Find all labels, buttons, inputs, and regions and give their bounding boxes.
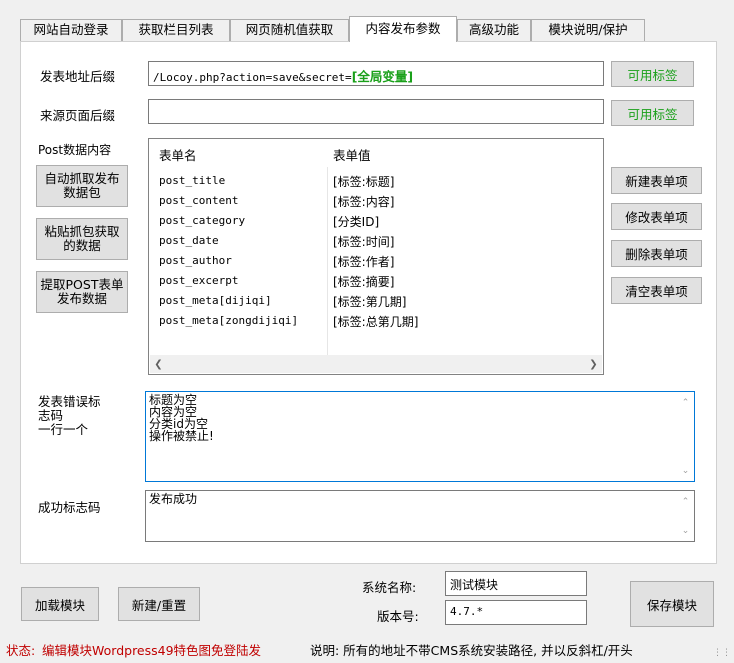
delete-form-item-button[interactable]: 删除表单项 — [611, 240, 702, 267]
source-page-label: 来源页面后缀 — [40, 108, 116, 123]
column-divider — [327, 167, 328, 357]
load-module-button[interactable]: 加载模块 — [21, 587, 99, 621]
publish-address-label: 发表地址后缀 — [40, 69, 116, 84]
list-item[interactable]: post_excerpt [标签:摘要] — [149, 272, 603, 292]
form-items-list[interactable]: 表单名 表单值 post_title [标签:标题] post_content [标签… — [148, 138, 604, 375]
error-codes-label: 发表错误标 志码 一行一个 — [38, 394, 101, 437]
scroll-down-icon[interactable]: ⌄ — [677, 522, 694, 539]
list-item[interactable]: post_author [标签:作者] — [149, 252, 603, 272]
success-code-label: 成功标志码 — [38, 500, 101, 515]
form-item-value: [标签:标题] — [333, 175, 395, 189]
form-item-name: post_category — [159, 214, 246, 227]
error-codes-textarea[interactable]: 标题为空 内容为空 分类id为空 操作被禁止! ⌃ ⌄ — [145, 391, 695, 482]
resize-grip-icon[interactable]: ⋮⋮ — [713, 643, 731, 663]
tab-module-info[interactable]: 模块说明/保护 — [531, 19, 645, 41]
horizontal-scrollbar[interactable]: ❮ ❯ — [150, 355, 602, 373]
scroll-up-icon[interactable]: ⌃ — [677, 394, 694, 411]
status-bar: 状态: 编辑模块Wordpress49特色图免登陆发 说明: 所有的地址不带CM… — [0, 641, 734, 663]
list-item[interactable]: post_meta[dijiqi] [标签:第几期] — [149, 292, 603, 312]
list-item[interactable]: post_date [标签:时间] — [149, 232, 603, 252]
tab-publish-params[interactable]: 内容发布参数 — [349, 16, 457, 42]
version-input[interactable]: 4.7.* — [445, 600, 587, 625]
form-item-value: [标签:时间] — [333, 235, 395, 249]
global-variable-tag: [全局变量] — [351, 69, 414, 84]
list-item[interactable]: post_category [分类ID] — [149, 212, 603, 232]
form-item-value: [标签:作者] — [333, 255, 395, 269]
success-code-scrollbar[interactable]: ⌃ ⌄ — [677, 491, 694, 541]
column-header-value[interactable]: 表单值 — [333, 145, 371, 164]
save-module-button[interactable]: 保存模块 — [630, 581, 714, 627]
scroll-up-icon[interactable]: ⌃ — [677, 493, 694, 510]
form-item-name: post_meta[zongdijiqi] — [159, 314, 299, 327]
new-reset-button[interactable]: 新建/重置 — [118, 587, 200, 621]
system-name-label: 系统名称: — [362, 580, 417, 595]
list-item[interactable]: post_content [标签:内容] — [149, 192, 603, 212]
list-item[interactable]: post_title [标签:标题] — [149, 172, 603, 192]
form-item-value: [标签:总第几期] — [333, 315, 419, 329]
source-page-input[interactable] — [148, 99, 604, 124]
list-item[interactable]: post_meta[zongdijiqi] [标签:总第几期] — [149, 312, 603, 332]
form-item-value: [分类ID] — [333, 215, 380, 229]
clear-form-items-button[interactable]: 清空表单项 — [611, 277, 702, 304]
publish-address-input[interactable]: /Locoy.php?action=save&secret=[全局变量] — [148, 61, 604, 86]
tab-advanced[interactable]: 高级功能 — [457, 19, 531, 41]
form-item-name: post_title — [159, 174, 226, 187]
form-item-value: [标签:摘要] — [333, 275, 395, 289]
form-item-value: [标签:内容] — [333, 195, 395, 209]
scroll-left-icon[interactable]: ❮ — [150, 355, 167, 373]
status-message: 编辑模块Wordpress49特色图免登陆发 — [42, 643, 262, 658]
paste-capture-button[interactable]: 粘贴抓包获取的数据 — [36, 218, 128, 260]
form-item-name: post_excerpt — [159, 274, 239, 287]
tab-category-list[interactable]: 获取栏目列表 — [122, 19, 230, 41]
available-tags-button-1[interactable]: 可用标签 — [611, 61, 694, 87]
form-item-name: post_date — [159, 234, 219, 247]
scroll-right-icon[interactable]: ❯ — [585, 355, 602, 373]
success-code-textarea[interactable]: 发布成功 ⌃ ⌄ — [145, 490, 695, 542]
available-tags-button-2[interactable]: 可用标签 — [611, 100, 694, 126]
publish-address-value: /Locoy.php?action=save&secret= — [153, 71, 352, 84]
tab-auto-login[interactable]: 网站自动登录 — [20, 19, 122, 41]
auto-capture-button[interactable]: 自动抓取发布数据包 — [36, 165, 128, 207]
form-item-name: post_author — [159, 254, 232, 267]
post-data-label: Post数据内容 — [38, 143, 112, 157]
scroll-down-icon[interactable]: ⌄ — [677, 462, 694, 479]
status-note: 说明: 所有的地址不带CMS系统安装路径, 并以反斜杠/开头 — [310, 643, 633, 658]
version-label: 版本号: — [377, 609, 419, 624]
column-header-name[interactable]: 表单名 — [159, 145, 197, 164]
status-prefix: 状态: — [6, 643, 36, 658]
error-codes-scrollbar[interactable]: ⌃ ⌄ — [677, 392, 694, 481]
new-form-item-button[interactable]: 新建表单项 — [611, 167, 702, 194]
system-name-input[interactable]: 测试模块 — [445, 571, 587, 596]
form-item-name: post_meta[dijiqi] — [159, 294, 272, 307]
form-item-value: [标签:第几期] — [333, 295, 407, 309]
form-item-name: post_content — [159, 194, 239, 207]
edit-form-item-button[interactable]: 修改表单项 — [611, 203, 702, 230]
extract-post-button[interactable]: 提取POST表单发布数据 — [36, 271, 128, 313]
tab-random-value[interactable]: 网页随机值获取 — [230, 19, 349, 41]
